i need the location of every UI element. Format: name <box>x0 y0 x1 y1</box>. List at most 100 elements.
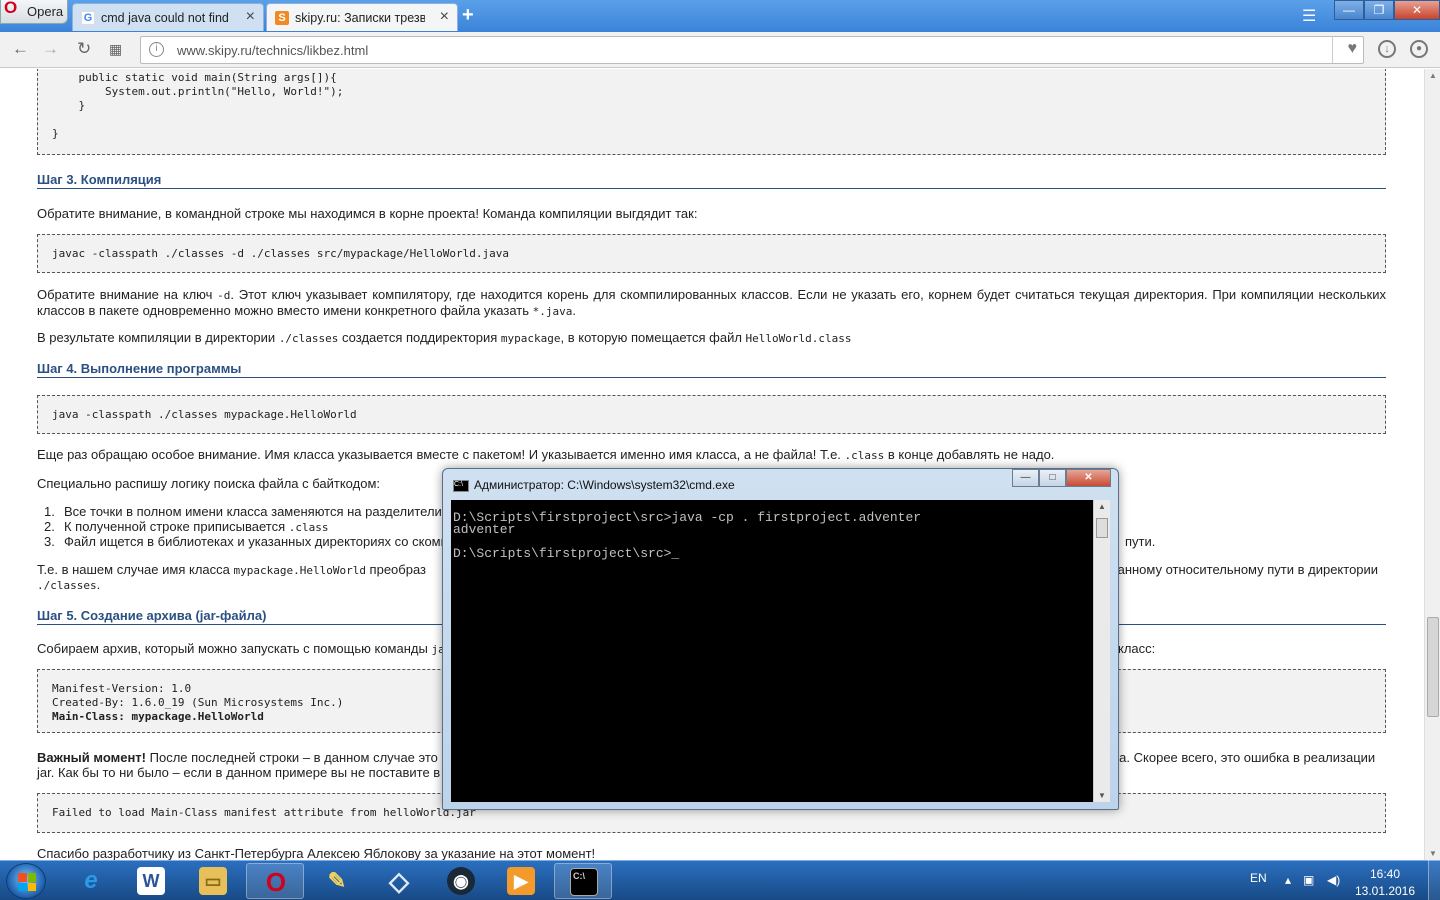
paragraph-path-example-tail: данному относительному пути в директории <box>1110 562 1379 577</box>
paragraph-compile-result: В результате компиляции в директории ./c… <box>37 330 1386 346</box>
list-number: 3. <box>44 534 55 549</box>
cmd-close-button[interactable]: ✕ <box>1066 469 1111 487</box>
paint-icon: ✎ <box>327 868 347 893</box>
close-window-button[interactable]: ✕ <box>1394 0 1440 20</box>
paragraph-archive-tail: класс: <box>1118 641 1156 656</box>
taskbar-explorer[interactable]: ▭ <box>184 863 242 899</box>
important-label: Важный момент! <box>37 750 147 765</box>
taskbar-steam[interactable]: ◉ <box>432 863 490 899</box>
code-inline: .class <box>844 449 885 462</box>
list-item-tail: пути. <box>1125 534 1156 549</box>
download-icon[interactable]: ↓ <box>1378 40 1396 58</box>
list-item: 1. Все точки в полном имени класса заменя… <box>44 504 442 519</box>
tab-skipy[interactable]: S skipy.ru: Записки трезвог × <box>266 3 458 31</box>
address-bar-divider <box>1332 37 1333 63</box>
show-desktop-button[interactable] <box>1428 860 1440 900</box>
scrollbar-thumb[interactable] <box>1096 518 1108 538</box>
code-inline: HelloWorld.class <box>745 332 852 345</box>
code-inline: *.java <box>532 305 573 318</box>
security-info-icon[interactable]: i <box>149 42 164 57</box>
taskbar-virtualbox[interactable]: ◇ <box>370 863 428 899</box>
paragraph-class-note: Еще раз обращаю особое внимание. Имя кла… <box>37 447 1386 463</box>
list-number: 2. <box>44 519 55 534</box>
internet-explorer-icon: e <box>84 867 98 894</box>
close-tab-icon[interactable]: × <box>440 8 449 26</box>
code-inline: mypackage <box>500 332 561 345</box>
opera-menu-label: Opera <box>27 4 64 19</box>
taskbar-cmd[interactable]: C:\ <box>554 863 612 899</box>
taskbar-media-player[interactable]: ▶ <box>492 863 550 899</box>
clock-time: 16:40 <box>1369 867 1401 881</box>
address-bar[interactable]: i www.skipy.ru/technics/likbez.html ♥ <box>140 36 1364 64</box>
volume-icon[interactable]: ◀) <box>1327 873 1340 887</box>
close-tab-icon[interactable]: × <box>246 8 255 26</box>
minimize-button[interactable]: — <box>1334 0 1364 20</box>
cmd-minimize-button[interactable]: — <box>1012 469 1039 487</box>
cmd-maximize-button[interactable]: □ <box>1039 469 1066 487</box>
speed-dial-grid-icon[interactable]: ▦ <box>109 41 122 58</box>
system-clock[interactable]: 16:40 13.01.2016 <box>1352 866 1418 900</box>
text: . <box>96 577 101 592</box>
text: Обратите внимание на ключ <box>37 287 218 302</box>
opera-logo-icon: O <box>4 0 18 17</box>
skipy-icon: S <box>275 11 289 25</box>
code-inline: ./classes <box>278 332 339 345</box>
text: Еще раз обращаю особое внимание. Имя кла… <box>37 447 845 462</box>
windows-logo-icon <box>18 873 36 891</box>
scrollbar-thumb[interactable] <box>1427 617 1439 717</box>
forward-arrow-icon[interactable]: → <box>42 39 59 59</box>
text: в конце добавлять не надо. <box>884 447 1055 462</box>
opera-icon: O <box>265 867 287 897</box>
scroll-up-arrow-icon[interactable]: ▲ <box>1098 502 1106 511</box>
browser-tab-bar: O Opera G cmd java could not find m × S … <box>0 0 1440 32</box>
list-text: К полученной строке приписывается <box>64 519 289 534</box>
network-icon[interactable]: ▣ <box>1303 873 1314 887</box>
tab-menu-icon[interactable]: ☰ <box>1302 6 1316 26</box>
windows-taskbar: e W ▭ O ✎ ◇ ◉ ▶ C:\ <box>0 860 1440 900</box>
paragraph-d-flag: Обратите внимание на ключ -d. Этот ключ … <box>37 287 1386 319</box>
back-arrow-icon[interactable]: ← <box>12 39 29 59</box>
page-scrollbar[interactable]: ▲ ▼ <box>1424 69 1440 860</box>
reload-icon[interactable]: ↻ <box>77 39 91 59</box>
new-tab-button[interactable]: + <box>462 4 474 27</box>
heading-step-3: Шаг 3. Компиляция <box>37 172 1386 189</box>
text: . <box>572 303 576 318</box>
tab-google-search[interactable]: G cmd java could not find m × <box>72 3 264 31</box>
heading-step-4: Шаг 4. Выполнение программы <box>37 361 1386 378</box>
account-icon[interactable]: ● <box>1410 40 1428 58</box>
word-icon: W <box>137 867 165 895</box>
scroll-down-arrow-icon[interactable]: ▼ <box>1429 849 1437 858</box>
taskbar-paint[interactable]: ✎ <box>308 863 366 899</box>
cmd-scrollbar[interactable]: ▲ ▼ <box>1093 500 1110 802</box>
cmd-window-title: Администратор: C:\Windows\system32\cmd.e… <box>474 478 735 492</box>
tray-arrow-icon[interactable]: ▴ <box>1285 873 1291 887</box>
clock-date: 13.01.2016 <box>1354 884 1416 898</box>
paragraph-step-3-intro: Обратите внимание, в командной строке мы… <box>37 206 698 221</box>
code-main-text: public static void main(String args[]){ … <box>52 71 344 140</box>
address-input[interactable]: www.skipy.ru/technics/likbez.html <box>177 43 368 58</box>
list-number: 1. <box>44 504 55 519</box>
navigation-bar: ← → ↻ ▦ i www.skipy.ru/technics/likbez.h… <box>0 32 1440 68</box>
code-inline: mypackage.HelloWorld <box>233 564 366 577</box>
taskbar-internet-explorer[interactable]: e <box>62 863 120 899</box>
opera-menu-button[interactable]: O Opera <box>0 0 68 24</box>
scroll-down-arrow-icon[interactable]: ▼ <box>1098 791 1106 800</box>
folder-icon: ▭ <box>199 867 227 895</box>
taskbar-opera[interactable]: O <box>246 863 304 899</box>
list-item: 3. Файл ищется в библиотеках и указанных … <box>44 534 448 549</box>
text: . Этот ключ указывает компилятору, где н… <box>37 287 1386 318</box>
tab-title: skipy.ru: Записки трезвог <box>295 11 425 25</box>
restore-button[interactable]: ❐ <box>1364 0 1394 20</box>
start-button[interactable] <box>6 863 46 899</box>
language-indicator[interactable]: EN <box>1250 871 1267 885</box>
code-inline: .class <box>288 521 329 534</box>
code-block-run: java -classpath ./classes mypackage.Hell… <box>37 395 1386 434</box>
cmd-window[interactable]: C:\ Администратор: C:\Windows\system32\c… <box>442 468 1119 810</box>
window-controls: — ❐ ✕ <box>1334 0 1440 20</box>
bookmark-heart-icon[interactable]: ♥ <box>1348 40 1358 58</box>
code-inline: ./classes <box>37 579 97 592</box>
console-output[interactable]: D:\Scripts\firstproject\src>java -cp . f… <box>451 500 1093 802</box>
scroll-up-arrow-icon[interactable]: ▲ <box>1429 71 1437 80</box>
taskbar-word[interactable]: W <box>122 863 180 899</box>
tab-title: cmd java could not find m <box>101 11 231 25</box>
